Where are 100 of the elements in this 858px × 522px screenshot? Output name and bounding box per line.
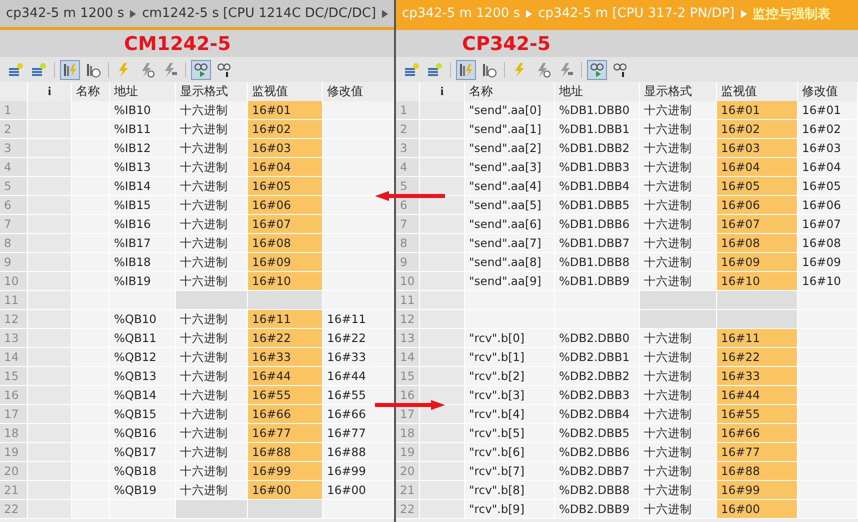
table-cell: %DB1.DBB9: [555, 272, 640, 291]
monitor-value-cell: 16#06: [248, 196, 323, 215]
table-cell: 十六进制: [176, 367, 248, 386]
table-cell: %DB2.DBB5: [555, 424, 640, 443]
toolbar-button[interactable]: [456, 60, 476, 80]
table-cell: 16#99: [323, 462, 394, 481]
table-cell: 十六进制: [640, 101, 717, 120]
table-cell: 16#77: [323, 424, 394, 443]
table-cell: "rcv".b[0]: [465, 329, 555, 348]
table-cell: %IB17: [110, 234, 176, 253]
table-cell: 16#55: [323, 386, 394, 405]
table-cell: 16#00: [323, 481, 394, 500]
table-cell: 十六进制: [640, 462, 717, 481]
table-cell: %QB19: [110, 481, 176, 500]
breadcrumb-link[interactable]: cm1242-5 s [CPU 1214C DC/DC/DC]: [142, 6, 376, 21]
table-cell: 十六进制: [176, 386, 248, 405]
breadcrumb-link[interactable]: cp342-5 m 1200 s: [6, 6, 124, 21]
monitor-value-cell: 16#05: [717, 177, 798, 196]
monitor-value-cell: 16#44: [248, 367, 323, 386]
monitor-value-cell: 16#88: [248, 443, 323, 462]
table-cell: 十六进制: [640, 234, 717, 253]
lines-star-icon: [404, 62, 420, 78]
monitor-value-cell: 16#05: [248, 177, 323, 196]
table-cell: 十六进制: [176, 234, 248, 253]
table-cell: 16#02: [798, 120, 858, 139]
row-number: 3: [396, 139, 420, 158]
table-cell: %DB1.DBB6: [555, 215, 640, 234]
monitor-value-cell: 16#55: [248, 386, 323, 405]
table-cell: "send".aa[5]: [465, 196, 555, 215]
toolbar-button[interactable]: [587, 60, 607, 80]
table-cell: "send".aa[1]: [465, 120, 555, 139]
table-cell: 十六进制: [176, 253, 248, 272]
table-cell: 16#22: [323, 329, 394, 348]
monitor-value-cell: 16#09: [717, 253, 798, 272]
table-cell: 十六进制: [640, 329, 717, 348]
table-cell: %DB1.DBB8: [555, 253, 640, 272]
table-cell: "send".aa[8]: [465, 253, 555, 272]
monitor-value-cell: 16#00: [717, 500, 798, 519]
table-cell: 16#44: [323, 367, 394, 386]
row-number: 6: [0, 196, 28, 215]
toolbar-button[interactable]: [60, 60, 80, 80]
table-cell: 16#06: [798, 196, 858, 215]
table-cell: "send".aa[9]: [465, 272, 555, 291]
right-arrow: [375, 400, 445, 410]
row-number: 21: [396, 481, 420, 500]
monitor-value-cell: 16#10: [717, 272, 798, 291]
row-number: 22: [396, 500, 420, 519]
table-cell: %IB13: [110, 158, 176, 177]
monitor-value-cell: 16#10: [248, 272, 323, 291]
table-cell: 16#01: [798, 101, 858, 120]
table-cell: %QB18: [110, 462, 176, 481]
glasses-icon: [216, 62, 232, 78]
table-cell: 16#04: [798, 158, 858, 177]
table-cell: %DB1.DBB5: [555, 196, 640, 215]
row-number: 8: [396, 234, 420, 253]
table-cell: "send".aa[0]: [465, 101, 555, 120]
monitor-value-cell: 16#08: [717, 234, 798, 253]
table-cell: 十六进制: [176, 424, 248, 443]
table-cell: 16#08: [798, 234, 858, 253]
row-number: 18: [0, 424, 28, 443]
row-number: 2: [396, 120, 420, 139]
table-cell: 十六进制: [176, 272, 248, 291]
monitor-value-cell: 16#22: [717, 348, 798, 367]
lightning-clock-icon: [139, 62, 155, 78]
table-cell: %DB1.DBB7: [555, 234, 640, 253]
table-cell: "rcv".b[8]: [465, 481, 555, 500]
monitor-value-cell: 16#04: [248, 158, 323, 177]
row-number: 11: [396, 291, 420, 310]
table-cell: %DB1.DBB2: [555, 139, 640, 158]
row-number: 7: [0, 215, 28, 234]
toolbar-button[interactable]: [191, 60, 211, 80]
lines-clock-icon: [85, 62, 101, 78]
table-cell: 16#88: [323, 443, 394, 462]
table-cell: %DB2.DBB0: [555, 329, 640, 348]
table-cell: 十六进制: [640, 424, 717, 443]
table-cell: %IB19: [110, 272, 176, 291]
glasses-icon: [612, 62, 628, 78]
triangle-right-icon: [740, 10, 747, 18]
triangle-right-icon: [382, 10, 388, 18]
lines-lightning-icon: [458, 62, 474, 78]
table-cell: 十六进制: [640, 367, 717, 386]
table-cell: 十六进制: [640, 158, 717, 177]
monitor-value-cell: 16#06: [717, 196, 798, 215]
monitor-value-cell: 16#33: [717, 367, 798, 386]
table-cell: 16#05: [798, 177, 858, 196]
monitor-value-cell: 16#09: [248, 253, 323, 272]
row-number: 8: [0, 234, 28, 253]
table-cell: %DB2.DBB2: [555, 367, 640, 386]
table-cell: 十六进制: [640, 253, 717, 272]
table-cell: 十六进制: [176, 462, 248, 481]
table-cell: "rcv".b[3]: [465, 386, 555, 405]
table-cell: 十六进制: [176, 120, 248, 139]
table-cell: 十六进制: [176, 481, 248, 500]
table-cell: 16#03: [798, 139, 858, 158]
monitor-value-cell: 16#01: [248, 101, 323, 120]
table-cell: %DB1.DBB4: [555, 177, 640, 196]
table-cell: %QB13: [110, 367, 176, 386]
table-cell: "rcv".b[4]: [465, 405, 555, 424]
monitor-value-cell: 16#77: [717, 443, 798, 462]
row-number: 3: [0, 139, 28, 158]
